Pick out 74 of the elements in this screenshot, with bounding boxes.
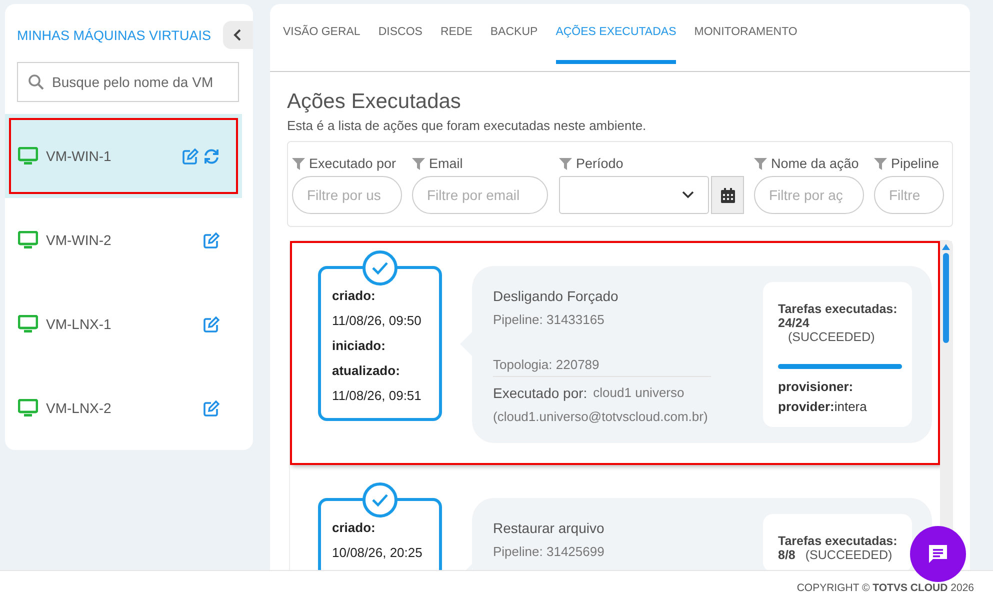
filter-field[interactable]: Filtre por aç (754, 176, 864, 214)
filter-icon (412, 158, 425, 170)
page-title: Ações Executadas (287, 90, 462, 114)
monitor-icon (18, 231, 38, 249)
vm-name: VM-LNX-2 (46, 400, 112, 416)
tasks-status: (SUCCEEDED) (787, 330, 876, 344)
vm-list-item[interactable]: VM-LNX-2 (5, 366, 242, 450)
search-field[interactable]: Busque pelo nome da VM (17, 62, 239, 102)
edit-icon[interactable] (203, 316, 220, 332)
edit-icon[interactable] (203, 232, 220, 248)
filter-icon (754, 158, 767, 170)
chat-icon (926, 542, 950, 566)
tab[interactable]: DISCOS (378, 4, 422, 64)
timeline-value: 11/08/26, 09:51 (332, 387, 422, 405)
tab[interactable]: VISÃO GERAL (283, 4, 360, 64)
timeline-label: iniciado: (332, 337, 386, 355)
timeline-label: criado: (332, 287, 376, 305)
collapse-button[interactable] (223, 21, 253, 49)
pipeline-text: Pipeline: 31425699 (493, 544, 604, 559)
timeline-value: 10/08/26, 20:25 (332, 544, 424, 562)
page-subtitle: Esta é a lista de ações que foram executadas neste ambiente. (287, 118, 648, 133)
filter-field[interactable]: Filtre por email (412, 176, 548, 214)
meta-text: provider:intera (778, 398, 868, 416)
timeline-label: atualizado: (332, 362, 401, 380)
vm-name: VM-WIN-2 (46, 232, 112, 248)
monitor-icon (18, 147, 38, 165)
refresh-icon[interactable] (203, 148, 220, 164)
action-name: Desligando Forçado (493, 288, 620, 304)
edit-icon[interactable] (182, 148, 199, 164)
tasks-count: 24/24 (778, 316, 810, 330)
filter-label: Nome da ação (771, 156, 859, 171)
tasks-label: Tarefas executadas: (778, 302, 898, 316)
monitor-icon (18, 399, 38, 417)
timeline-label: criado: (332, 519, 376, 537)
vm-list-item[interactable]: VM-LNX-1 (5, 282, 242, 366)
timeline-value: 11/08/26, 09:50 (332, 312, 422, 330)
pipeline-text: Pipeline: 31433165 (493, 312, 606, 327)
scrollbar-thumb[interactable] (943, 253, 949, 343)
tab[interactable]: AÇÕES EXECUTADAS (556, 4, 676, 64)
search-icon (28, 74, 44, 90)
filter-icon (559, 158, 572, 170)
sidebar-title: MINHAS MÁQUINAS VIRTUAIS (17, 28, 212, 42)
chevron-down-icon (682, 191, 694, 199)
meta-text: provisioner: (778, 378, 854, 396)
calendar-icon (720, 188, 734, 202)
vm-list-item[interactable]: VM-WIN-2 (5, 198, 242, 282)
executed-by-name: cloud1 universo (593, 385, 684, 401)
tab[interactable]: BACKUP (490, 4, 538, 64)
calendar-button[interactable] (711, 176, 744, 214)
tasks-label: Tarefas executadas: (778, 534, 898, 548)
vm-list-item[interactable]: VM-WIN-1 (5, 114, 242, 198)
vm-name: VM-WIN-1 (46, 148, 112, 164)
tab[interactable]: MONITORAMENTO (694, 4, 798, 64)
filter-label: Pipeline (891, 156, 940, 171)
scroll-up-icon[interactable] (942, 244, 950, 250)
copyright-text: COPYRIGHT © TOTVS CLOUD 2026 (796, 582, 974, 594)
filter-label: Email (429, 156, 463, 171)
tasks-count: 8/8 (778, 548, 796, 562)
filter-icon (292, 158, 305, 170)
tab[interactable]: REDE (440, 4, 472, 64)
filter-field[interactable]: Filtre por us (292, 176, 402, 214)
action-name: Restaurar arquivo (493, 520, 604, 536)
filter-label: Período (576, 156, 624, 171)
executed-by-email: (cloud1.universo@totvscloud.com.br) (493, 409, 709, 424)
filter-label: Executado por (309, 156, 396, 171)
chevron-left-icon (233, 29, 243, 41)
filter-field[interactable]: Filtre (874, 176, 944, 214)
edit-icon[interactable] (203, 400, 220, 416)
topology-text: Topologia: 220789 (493, 357, 711, 377)
filter-icon (874, 158, 887, 170)
vm-name: VM-LNX-1 (46, 316, 112, 332)
tasks-status: (SUCCEEDED) (805, 548, 892, 562)
executed-by-label: Executado por: (493, 385, 588, 401)
monitor-icon (18, 315, 38, 333)
